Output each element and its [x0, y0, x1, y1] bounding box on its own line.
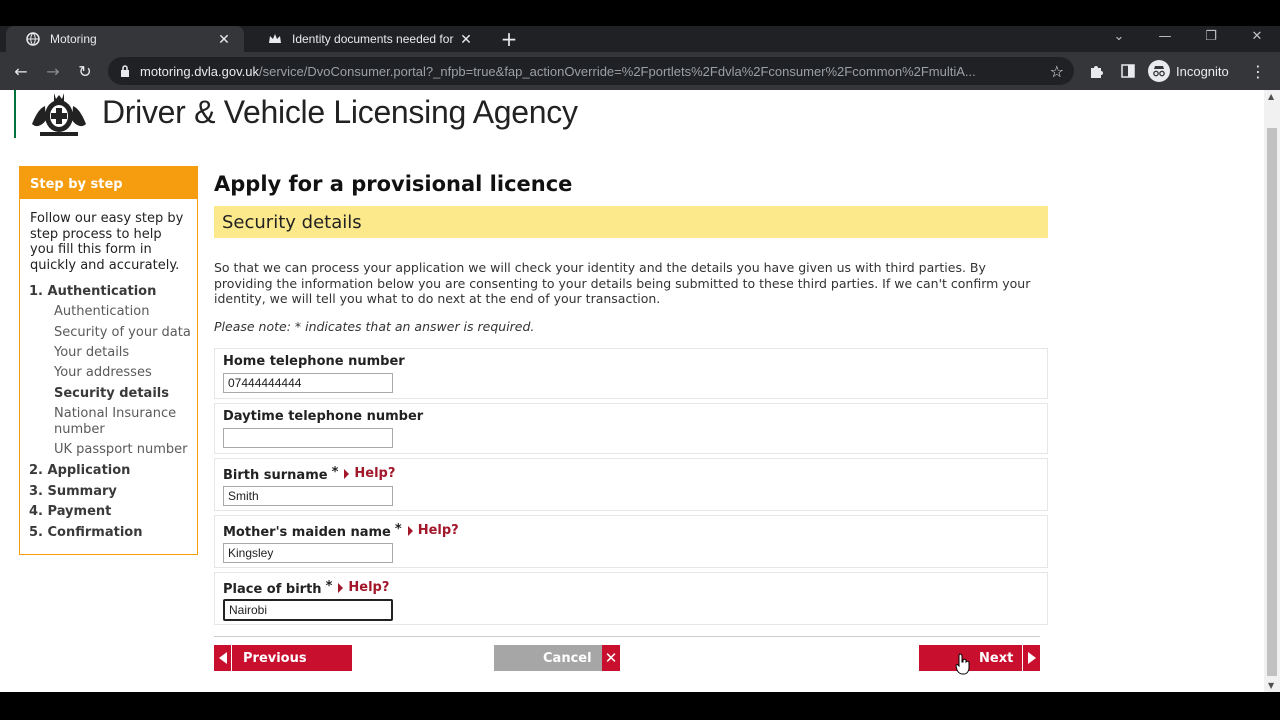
next-button[interactable]: Next — [919, 645, 1040, 671]
substep-national-insurance: National Insurance number — [54, 406, 177, 437]
address-bar[interactable]: motoring.dvla.gov.uk/service/DvoConsumer… — [108, 57, 1074, 85]
field-birth-surname: Birth surname * Help? — [214, 458, 1048, 511]
arrow-right-icon — [1022, 645, 1040, 671]
required-marker: * — [394, 521, 402, 537]
close-tab-icon[interactable]: ✕ — [456, 29, 476, 49]
previous-button[interactable]: Previous — [214, 645, 352, 671]
field-label: Home telephone number — [223, 354, 405, 369]
required-marker: * — [331, 464, 339, 480]
lock-icon — [120, 62, 130, 81]
daytime-telephone-input[interactable] — [223, 428, 393, 448]
restore-icon[interactable]: ❐ — [1196, 26, 1226, 46]
field-label: Birth surname * Help? — [223, 464, 396, 483]
globe-icon — [26, 32, 40, 46]
close-x-icon: ✕ — [602, 645, 620, 671]
substep-authentication: Authentication — [54, 304, 150, 319]
tab-title: Motoring — [50, 32, 97, 46]
incognito-profile[interactable]: Incognito — [1148, 59, 1229, 83]
intro-paragraph: So that we can process your application … — [214, 260, 1031, 306]
vertical-scrollbar[interactable]: ▲ ▼ — [1264, 90, 1280, 692]
arrow-left-icon — [214, 645, 232, 671]
substep-security-of-data: Security of your data — [54, 325, 191, 340]
browser-menu-icon[interactable]: ⋮ — [1250, 61, 1266, 81]
scrollbar-thumb[interactable] — [1267, 128, 1277, 676]
bookmark-star-icon[interactable]: ☆ — [1050, 62, 1064, 81]
step-authentication: 1. Authentication — [29, 284, 157, 299]
window-top-edge — [0, 0, 1280, 26]
birth-surname-input[interactable] — [223, 486, 393, 506]
required-note: Please note: * indicates that an answer … — [214, 319, 535, 334]
forward-arrow-icon[interactable]: → — [42, 60, 64, 82]
help-link[interactable]: Help? — [407, 523, 459, 538]
reload-icon[interactable]: ↻ — [74, 60, 96, 82]
triangle-right-icon — [338, 582, 344, 593]
agency-name: Driver & Vehicle Licensing Agency — [102, 94, 578, 130]
scroll-up-arrow-icon[interactable]: ▲ — [1268, 92, 1274, 101]
step-by-step-heading: Step by step — [20, 167, 197, 199]
royal-crest-logo — [32, 93, 86, 136]
triangle-right-icon — [344, 468, 350, 479]
mothers-maiden-name-input[interactable] — [223, 543, 393, 563]
field-label: Daytime telephone number — [223, 409, 424, 424]
cancel-label: Cancel — [543, 650, 592, 666]
url-text: motoring.dvla.gov.uk/service/DvoConsumer… — [140, 63, 976, 79]
browser-toolbar: ← → ↻ motoring.dvla.gov.uk/service/DvoCo… — [0, 52, 1280, 90]
field-place-of-birth: Place of birth * Help? — [214, 572, 1048, 625]
help-link[interactable]: Help? — [344, 466, 395, 481]
field-label: Mother's maiden name * Help? — [223, 521, 459, 540]
field-daytime-telephone: Daytime telephone number — [214, 403, 1048, 454]
button-row-divider — [214, 636, 1040, 637]
place-of-birth-input[interactable] — [223, 599, 393, 621]
previous-label: Previous — [243, 650, 307, 666]
next-label: Next — [979, 650, 1014, 666]
step-by-step-intro: Follow our easy step by step process to … — [30, 211, 184, 273]
side-panel-icon[interactable] — [1118, 61, 1138, 81]
back-arrow-icon[interactable]: ← — [10, 60, 32, 82]
substep-your-addresses: Your addresses — [54, 365, 152, 380]
extensions-puzzle-icon[interactable] — [1086, 61, 1106, 81]
section-heading-band: Security details — [214, 206, 1048, 238]
step-payment: 4. Payment — [29, 504, 112, 519]
crown-icon — [268, 32, 282, 46]
close-tab-icon[interactable]: ✕ — [214, 29, 234, 49]
field-mothers-maiden-name: Mother's maiden name * Help? — [214, 515, 1048, 568]
substep-your-details: Your details — [54, 345, 130, 360]
tab-strip: Motoring ✕ Identity documents needed for… — [0, 26, 1280, 52]
substep-security-details: Security details — [54, 386, 169, 401]
page-viewport: Driver & Vehicle Licensing Agency Step b… — [0, 90, 1264, 692]
step-summary: 3. Summary — [29, 484, 117, 499]
hand-cursor-icon — [955, 653, 970, 675]
new-tab-plus-icon[interactable]: + — [498, 27, 520, 51]
tab-motoring[interactable]: Motoring ✕ — [6, 26, 244, 52]
step-by-step-panel: Step by step Follow our easy step by ste… — [19, 166, 198, 555]
triangle-right-icon — [407, 525, 413, 536]
step-application: 2. Application — [29, 463, 131, 478]
home-telephone-input[interactable] — [223, 373, 393, 393]
substep-uk-passport: UK passport number — [54, 442, 188, 457]
tab-title: Identity documents needed for a — [292, 32, 456, 46]
field-home-telephone: Home telephone number — [214, 348, 1048, 399]
incognito-label: Incognito — [1176, 63, 1229, 79]
incognito-icon — [1148, 60, 1170, 82]
close-window-icon[interactable]: ✕ — [1242, 26, 1272, 46]
tab-identity-documents[interactable]: Identity documents needed for a ✕ — [248, 26, 486, 52]
tab-search-chevron-icon[interactable]: ⌄ — [1104, 26, 1134, 46]
section-heading: Security details — [222, 212, 362, 233]
header-accent-bar — [14, 90, 16, 138]
scroll-down-arrow-icon[interactable]: ▼ — [1268, 681, 1274, 690]
page-title: Apply for a provisional licence — [214, 172, 573, 196]
minimize-icon[interactable]: — — [1150, 26, 1180, 46]
step-confirmation: 5. Confirmation — [29, 525, 143, 540]
help-link[interactable]: Help? — [338, 580, 389, 595]
cancel-button[interactable]: Cancel ✕ — [494, 645, 620, 671]
field-label: Place of birth * Help? — [223, 578, 390, 597]
required-marker: * — [325, 578, 333, 594]
window-bottom-edge — [0, 692, 1280, 720]
